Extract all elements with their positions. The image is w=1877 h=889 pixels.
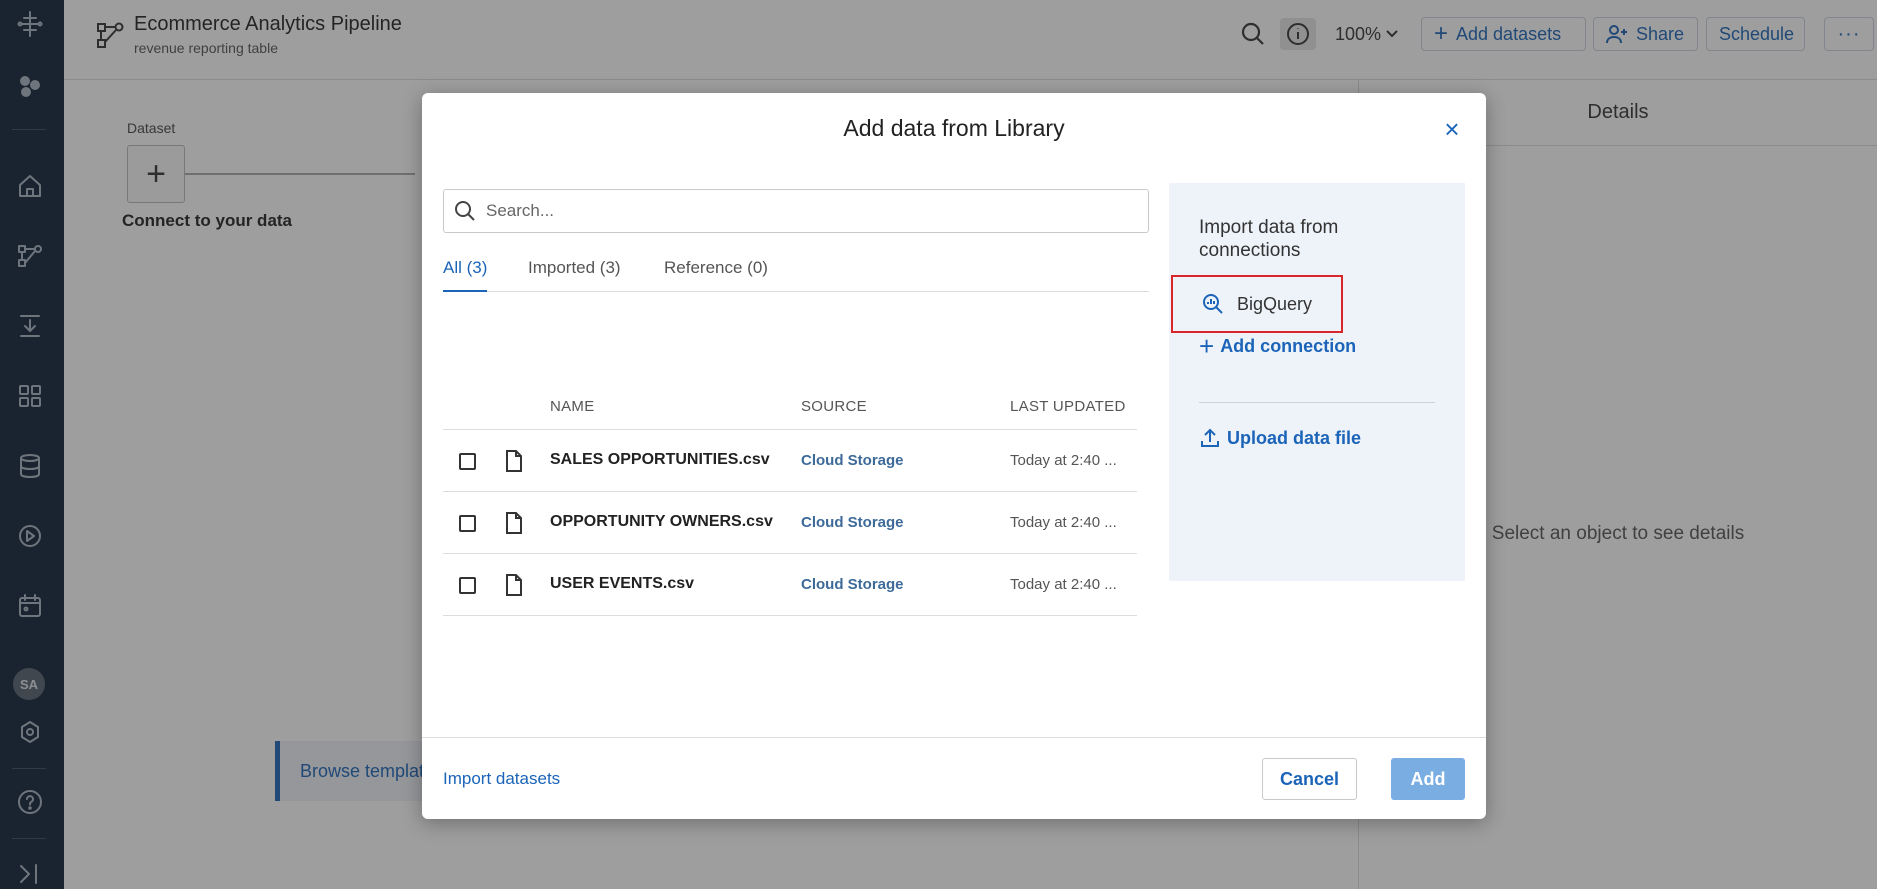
close-icon[interactable]: ×	[1438, 114, 1466, 144]
search-icon	[455, 201, 475, 221]
import-datasets-link[interactable]: Import datasets	[443, 769, 560, 789]
cancel-button[interactable]: Cancel	[1262, 758, 1357, 800]
dataset-updated: Today at 2:40 ...	[1010, 514, 1117, 531]
search-input[interactable]	[486, 201, 1126, 221]
bigquery-connection[interactable]: BigQuery	[1171, 275, 1343, 333]
tab-imported[interactable]: Imported (3)	[528, 258, 621, 292]
table-row[interactable]: OPPORTUNITY OWNERS.csv Cloud Storage Tod…	[443, 492, 1137, 554]
tab-reference[interactable]: Reference (0)	[664, 258, 768, 292]
upload-file-link[interactable]: Upload data file	[1199, 427, 1361, 449]
connections-panel: Import data from connections BigQuery + …	[1169, 183, 1465, 581]
column-header-name[interactable]: NAME	[550, 398, 595, 415]
table-row[interactable]: SALES OPPORTUNITIES.csv Cloud Storage To…	[443, 430, 1137, 492]
add-data-modal: Add data from Library × All (3) Imported…	[422, 93, 1486, 819]
column-header-source[interactable]: SOURCE	[801, 398, 867, 415]
modal-title: Add data from Library	[843, 115, 1065, 141]
file-icon	[506, 574, 522, 596]
dataset-name: USER EVENTS.csv	[550, 575, 695, 592]
upload-file-label: Upload data file	[1227, 427, 1362, 448]
bigquery-label: BigQuery	[1237, 293, 1313, 314]
dataset-source: Cloud Storage	[801, 514, 904, 531]
dataset-name: OPPORTUNITY OWNERS.csv	[550, 513, 773, 530]
library-tabs: All (3) Imported (3) Reference (0)	[443, 258, 1149, 292]
add-connection-link[interactable]: + Add connection	[1199, 333, 1356, 359]
file-icon	[506, 450, 522, 472]
add-connection-label: Add connection	[1220, 335, 1357, 356]
plus-icon: +	[1199, 331, 1215, 361]
dataset-updated: Today at 2:40 ...	[1010, 576, 1117, 593]
search-box	[443, 189, 1149, 233]
dataset-name: SALES OPPORTUNITIES.csv	[550, 451, 770, 468]
dataset-updated: Today at 2:40 ...	[1010, 452, 1117, 469]
row-checkbox[interactable]	[459, 577, 476, 594]
file-icon	[506, 512, 522, 534]
modal-footer: Import datasets Cancel Add	[422, 737, 1486, 819]
dataset-source: Cloud Storage	[801, 452, 904, 469]
connections-title: Import data from connections	[1199, 217, 1339, 261]
bigquery-icon	[1203, 294, 1223, 314]
tab-all[interactable]: All (3)	[443, 258, 488, 292]
table-row[interactable]: USER EVENTS.csv Cloud Storage Today at 2…	[443, 554, 1137, 616]
row-checkbox[interactable]	[459, 453, 476, 470]
row-checkbox[interactable]	[459, 515, 476, 532]
upload-icon	[1201, 428, 1219, 447]
add-button[interactable]: Add	[1391, 758, 1465, 800]
dataset-source: Cloud Storage	[801, 576, 904, 593]
panel-divider	[1199, 402, 1435, 403]
column-header-last-updated[interactable]: LAST UPDATED	[1010, 398, 1126, 415]
